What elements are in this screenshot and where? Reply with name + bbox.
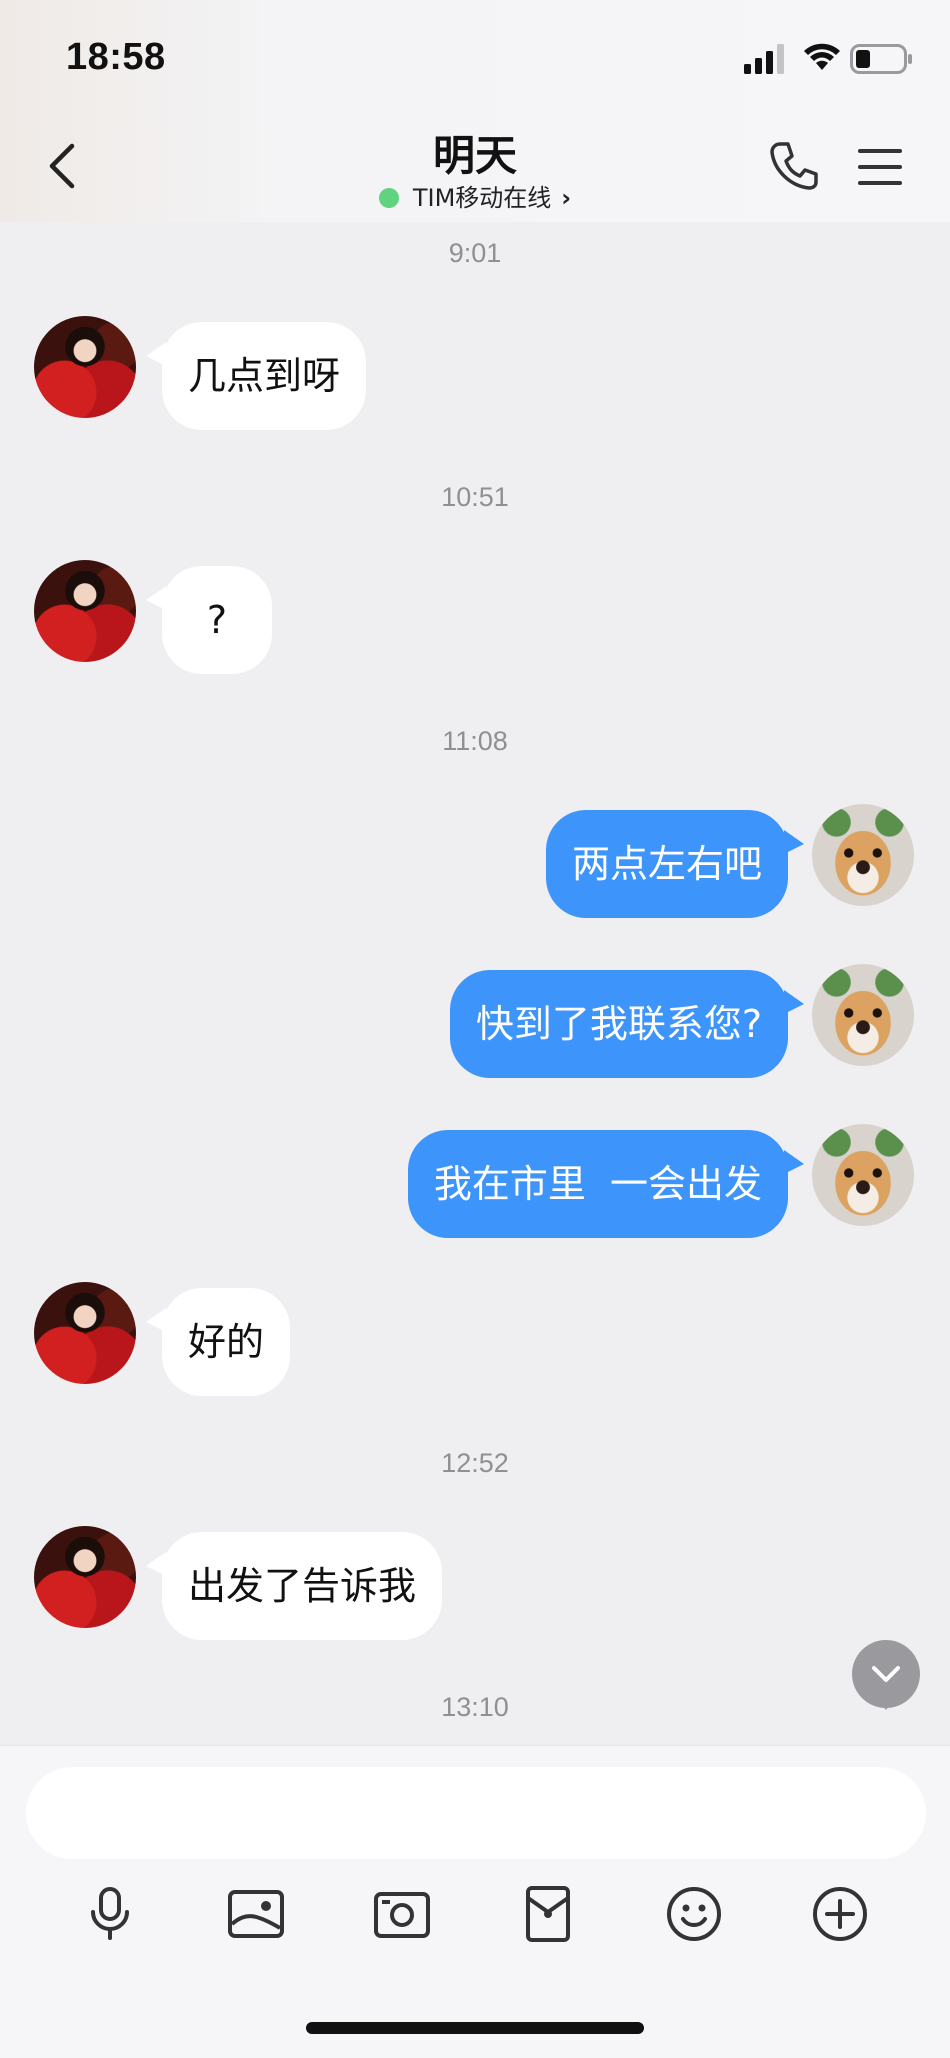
- message-bubble-incoming[interactable]: 好的: [162, 1288, 291, 1396]
- message-bubble-outgoing[interactable]: 两点左右吧: [545, 810, 788, 918]
- contact-avatar[interactable]: [34, 1526, 136, 1628]
- my-avatar[interactable]: [812, 1124, 914, 1226]
- header-bar: 18:58 明天 TIM移动在线 ›: [0, 0, 950, 222]
- my-avatar[interactable]: [812, 804, 914, 906]
- message-timestamp: 12:52: [441, 1448, 509, 1478]
- image-icon[interactable]: [226, 1884, 286, 1944]
- my-avatar[interactable]: [812, 964, 914, 1066]
- status-time: 18:58: [66, 36, 166, 78]
- home-indicator[interactable]: [306, 2022, 644, 2034]
- cellular-signal-icon: [744, 44, 784, 74]
- mic-icon[interactable]: [80, 1884, 140, 1944]
- bubble-tail: [784, 1150, 804, 1174]
- online-status-label: TIM移动在线: [412, 184, 552, 212]
- battery-icon: [850, 44, 912, 74]
- message-bubble-outgoing[interactable]: 我在市里 一会出发: [407, 1130, 788, 1238]
- message-timestamp: 13:10: [441, 1692, 509, 1722]
- online-dot-icon: [378, 188, 399, 208]
- contact-avatar[interactable]: [34, 560, 136, 662]
- phone-call-button[interactable]: [768, 140, 818, 192]
- message-bubble-incoming[interactable]: 出发了告诉我: [162, 1532, 443, 1640]
- wifi-icon: [804, 43, 840, 70]
- chevron-right-icon: ›: [561, 184, 572, 212]
- red-packet-icon[interactable]: [518, 1884, 578, 1944]
- message-bubble-incoming[interactable]: ?: [162, 566, 272, 674]
- menu-button[interactable]: [856, 146, 904, 188]
- contact-avatar[interactable]: [34, 316, 136, 418]
- chevron-down-icon: [872, 1666, 900, 1682]
- plus-icon[interactable]: [810, 1884, 870, 1944]
- message-timestamp: 9:01: [448, 238, 502, 268]
- message-bubble-incoming[interactable]: 几点到呀: [162, 322, 367, 430]
- bubble-tail: [784, 990, 804, 1014]
- message-timestamp: 11:08: [442, 726, 508, 756]
- bubble-tail: [784, 830, 804, 854]
- message-timestamp: 10:51: [441, 482, 509, 512]
- scroll-to-bottom-button[interactable]: [852, 1640, 920, 1710]
- emoji-icon[interactable]: [664, 1884, 724, 1944]
- message-input[interactable]: [26, 1767, 926, 1859]
- message-bubble-outgoing[interactable]: 快到了我联系您?: [449, 970, 788, 1078]
- camera-icon[interactable]: [372, 1884, 432, 1944]
- contact-avatar[interactable]: [34, 1282, 136, 1384]
